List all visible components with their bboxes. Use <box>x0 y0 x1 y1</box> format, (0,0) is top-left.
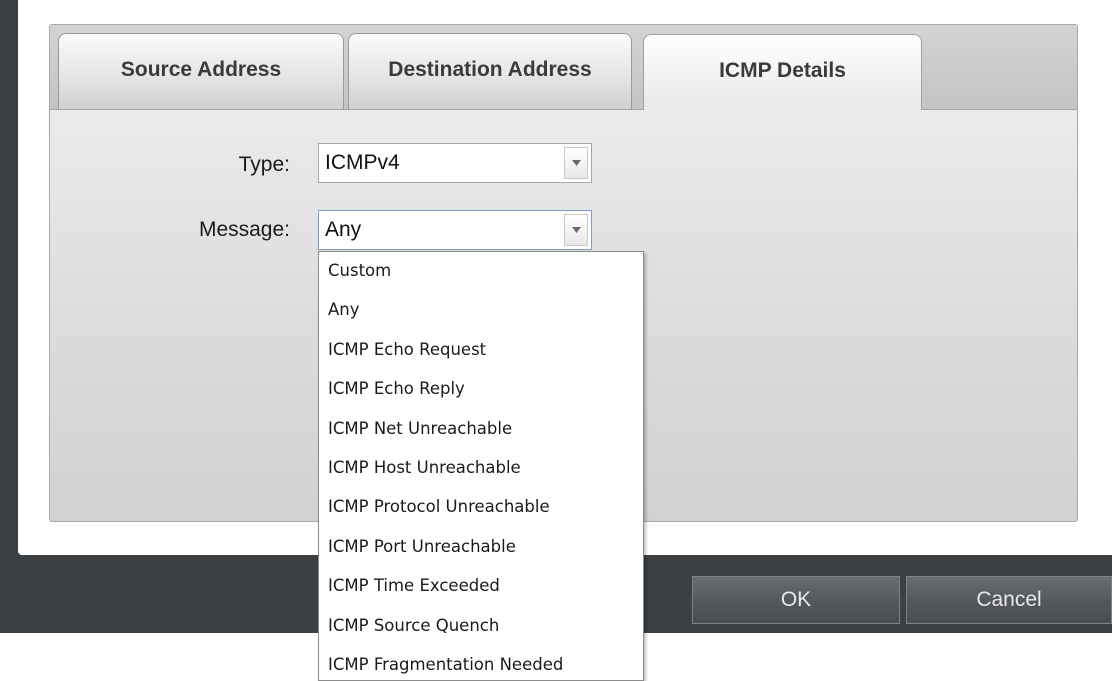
tab-label: Source Address <box>120 57 282 81</box>
type-label: Type: <box>238 153 290 176</box>
chevron-down-icon <box>571 227 581 233</box>
dropdown-option-port-unreachable[interactable]: ICMP Port Unreachable <box>328 537 516 556</box>
tab-source-address[interactable]: Source Address <box>58 33 344 109</box>
chevron-down-icon <box>571 160 581 166</box>
message-select[interactable]: Any <box>318 210 592 250</box>
dropdown-option-source-quench[interactable]: ICMP Source Quench <box>328 616 499 635</box>
message-select-value: Any <box>325 218 362 241</box>
tab-label: Destination Address <box>388 57 592 81</box>
dropdown-option-host-unreachable[interactable]: ICMP Host Unreachable <box>328 458 521 477</box>
type-dropdown-button[interactable] <box>564 147 588 179</box>
dropdown-option-echo-request[interactable]: ICMP Echo Request <box>328 340 486 359</box>
ok-button[interactable]: OK <box>692 576 900 624</box>
type-select-value: ICMPv4 <box>325 151 400 174</box>
tab-strip: Source Address Destination Address ICMP … <box>50 25 1077 110</box>
message-dropdown-button[interactable] <box>564 214 588 246</box>
dropdown-option-net-unreachable[interactable]: ICMP Net Unreachable <box>328 419 512 438</box>
dropdown-option-time-exceeded[interactable]: ICMP Time Exceeded <box>328 576 500 595</box>
dropdown-option-fragmentation-needed[interactable]: ICMP Fragmentation Needed <box>328 655 563 674</box>
type-select[interactable]: ICMPv4 <box>318 143 592 183</box>
dropdown-option-any[interactable]: Any <box>328 300 360 319</box>
dropdown-option-echo-reply[interactable]: ICMP Echo Reply <box>328 379 465 398</box>
dropdown-option-protocol-unreachable[interactable]: ICMP Protocol Unreachable <box>328 497 550 516</box>
message-label: Message: <box>198 218 290 241</box>
dropdown-option-custom[interactable]: Custom <box>328 261 391 280</box>
cancel-button[interactable]: Cancel <box>906 576 1112 624</box>
tab-destination-address[interactable]: Destination Address <box>348 33 632 109</box>
tab-label: ICMP Details <box>719 58 846 82</box>
tab-icmp-details[interactable]: ICMP Details <box>643 34 922 110</box>
message-dropdown-list: Custom Any ICMP Echo Request ICMP Echo R… <box>318 251 644 681</box>
